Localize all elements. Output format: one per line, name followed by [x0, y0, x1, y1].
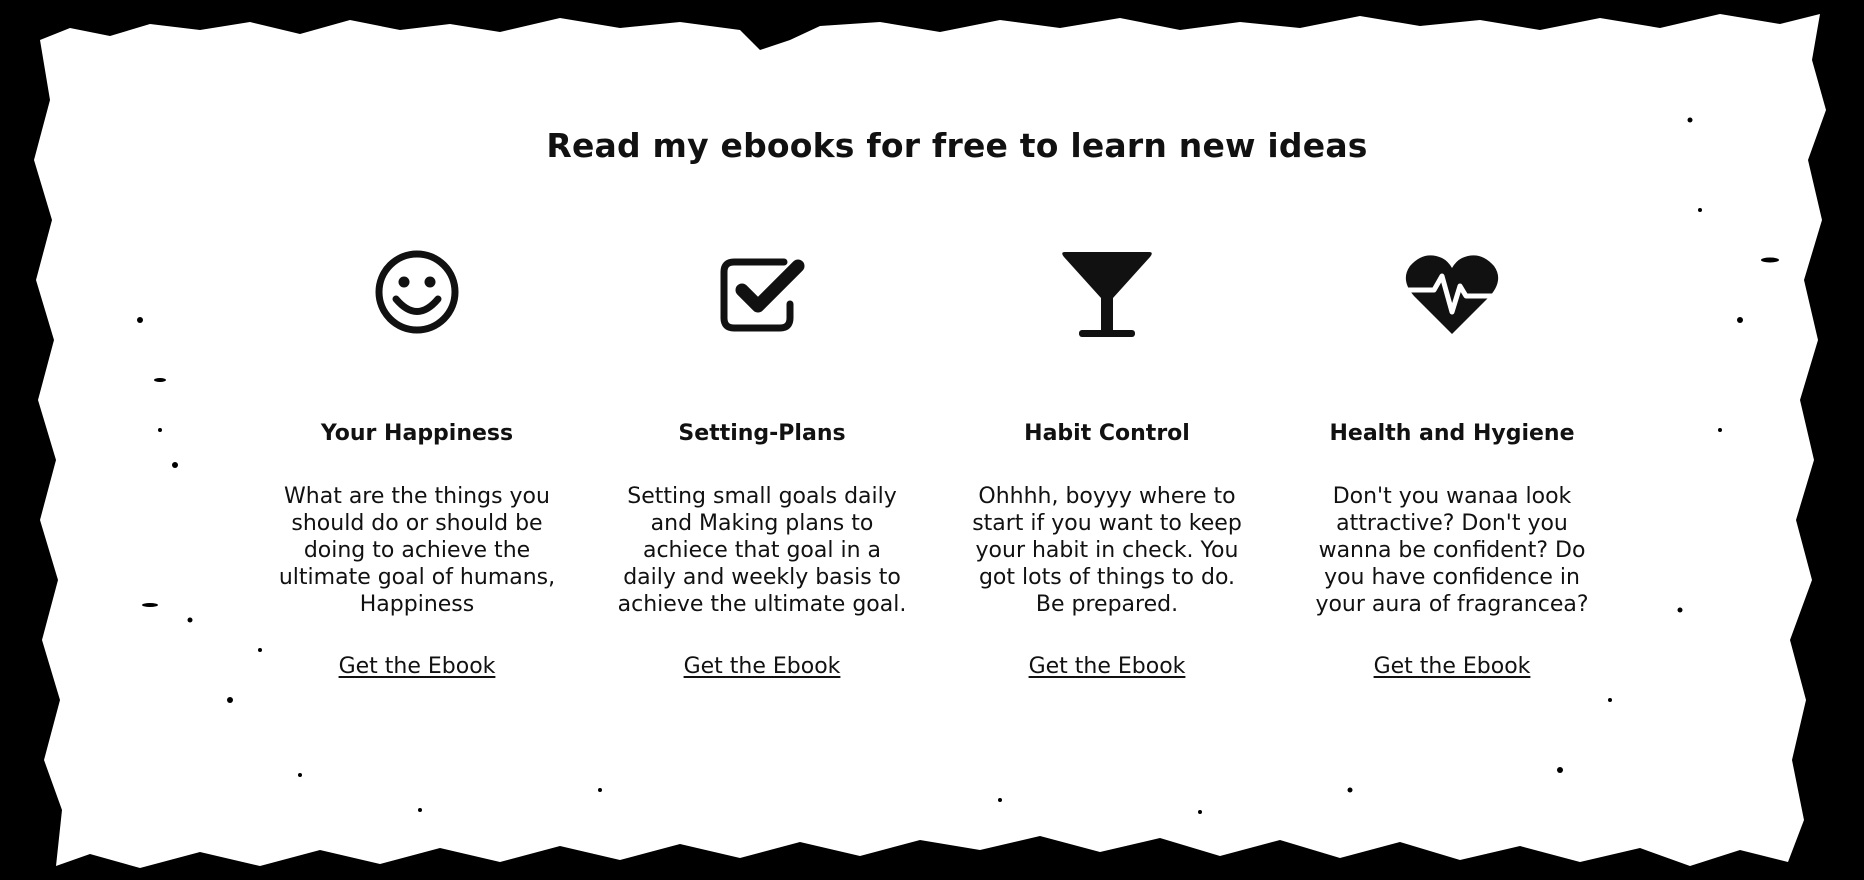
- card-description: Don't you wanaa look attractive? Don't y…: [1315, 484, 1589, 617]
- smiley-face-icon: [375, 250, 459, 334]
- get-ebook-link[interactable]: Get the Ebook: [617, 654, 907, 679]
- section-headline: Read my ebooks for free to learn new ide…: [546, 126, 1368, 165]
- card-title: Habit Control: [1024, 421, 1190, 446]
- ebook-card-health-hygiene: Health and Hygiene Don't you wanaa look …: [1307, 246, 1597, 679]
- ebook-card-habit-control: Habit Control Ohhhh, boyyy where to star…: [962, 246, 1252, 679]
- get-ebook-link[interactable]: Get the Ebook: [962, 654, 1252, 679]
- card-description: What are the things you should do or sho…: [278, 484, 556, 617]
- ebook-card-happiness: Your Happiness What are the things you s…: [272, 246, 562, 679]
- get-ebook-link[interactable]: Get the Ebook: [1307, 654, 1597, 679]
- ebook-card-setting-plans: Setting-Plans Setting small goals daily …: [617, 246, 907, 679]
- card-description: Ohhhh, boyyy where to start if you want …: [972, 484, 1242, 617]
- card-title: Your Happiness: [320, 421, 514, 446]
- ebooks-section: Read my ebooks for free to learn new ide…: [0, 0, 1864, 880]
- cocktail-glass-icon: [1062, 252, 1152, 337]
- card-title: Health and Hygiene: [1329, 421, 1575, 446]
- checkbox-check-icon: [720, 258, 805, 332]
- get-ebook-link[interactable]: Get the Ebook: [272, 654, 562, 679]
- heartbeat-icon: [1403, 255, 1501, 334]
- card-description: Setting small goals daily and Making pla…: [617, 484, 907, 617]
- card-title: Setting-Plans: [678, 421, 846, 446]
